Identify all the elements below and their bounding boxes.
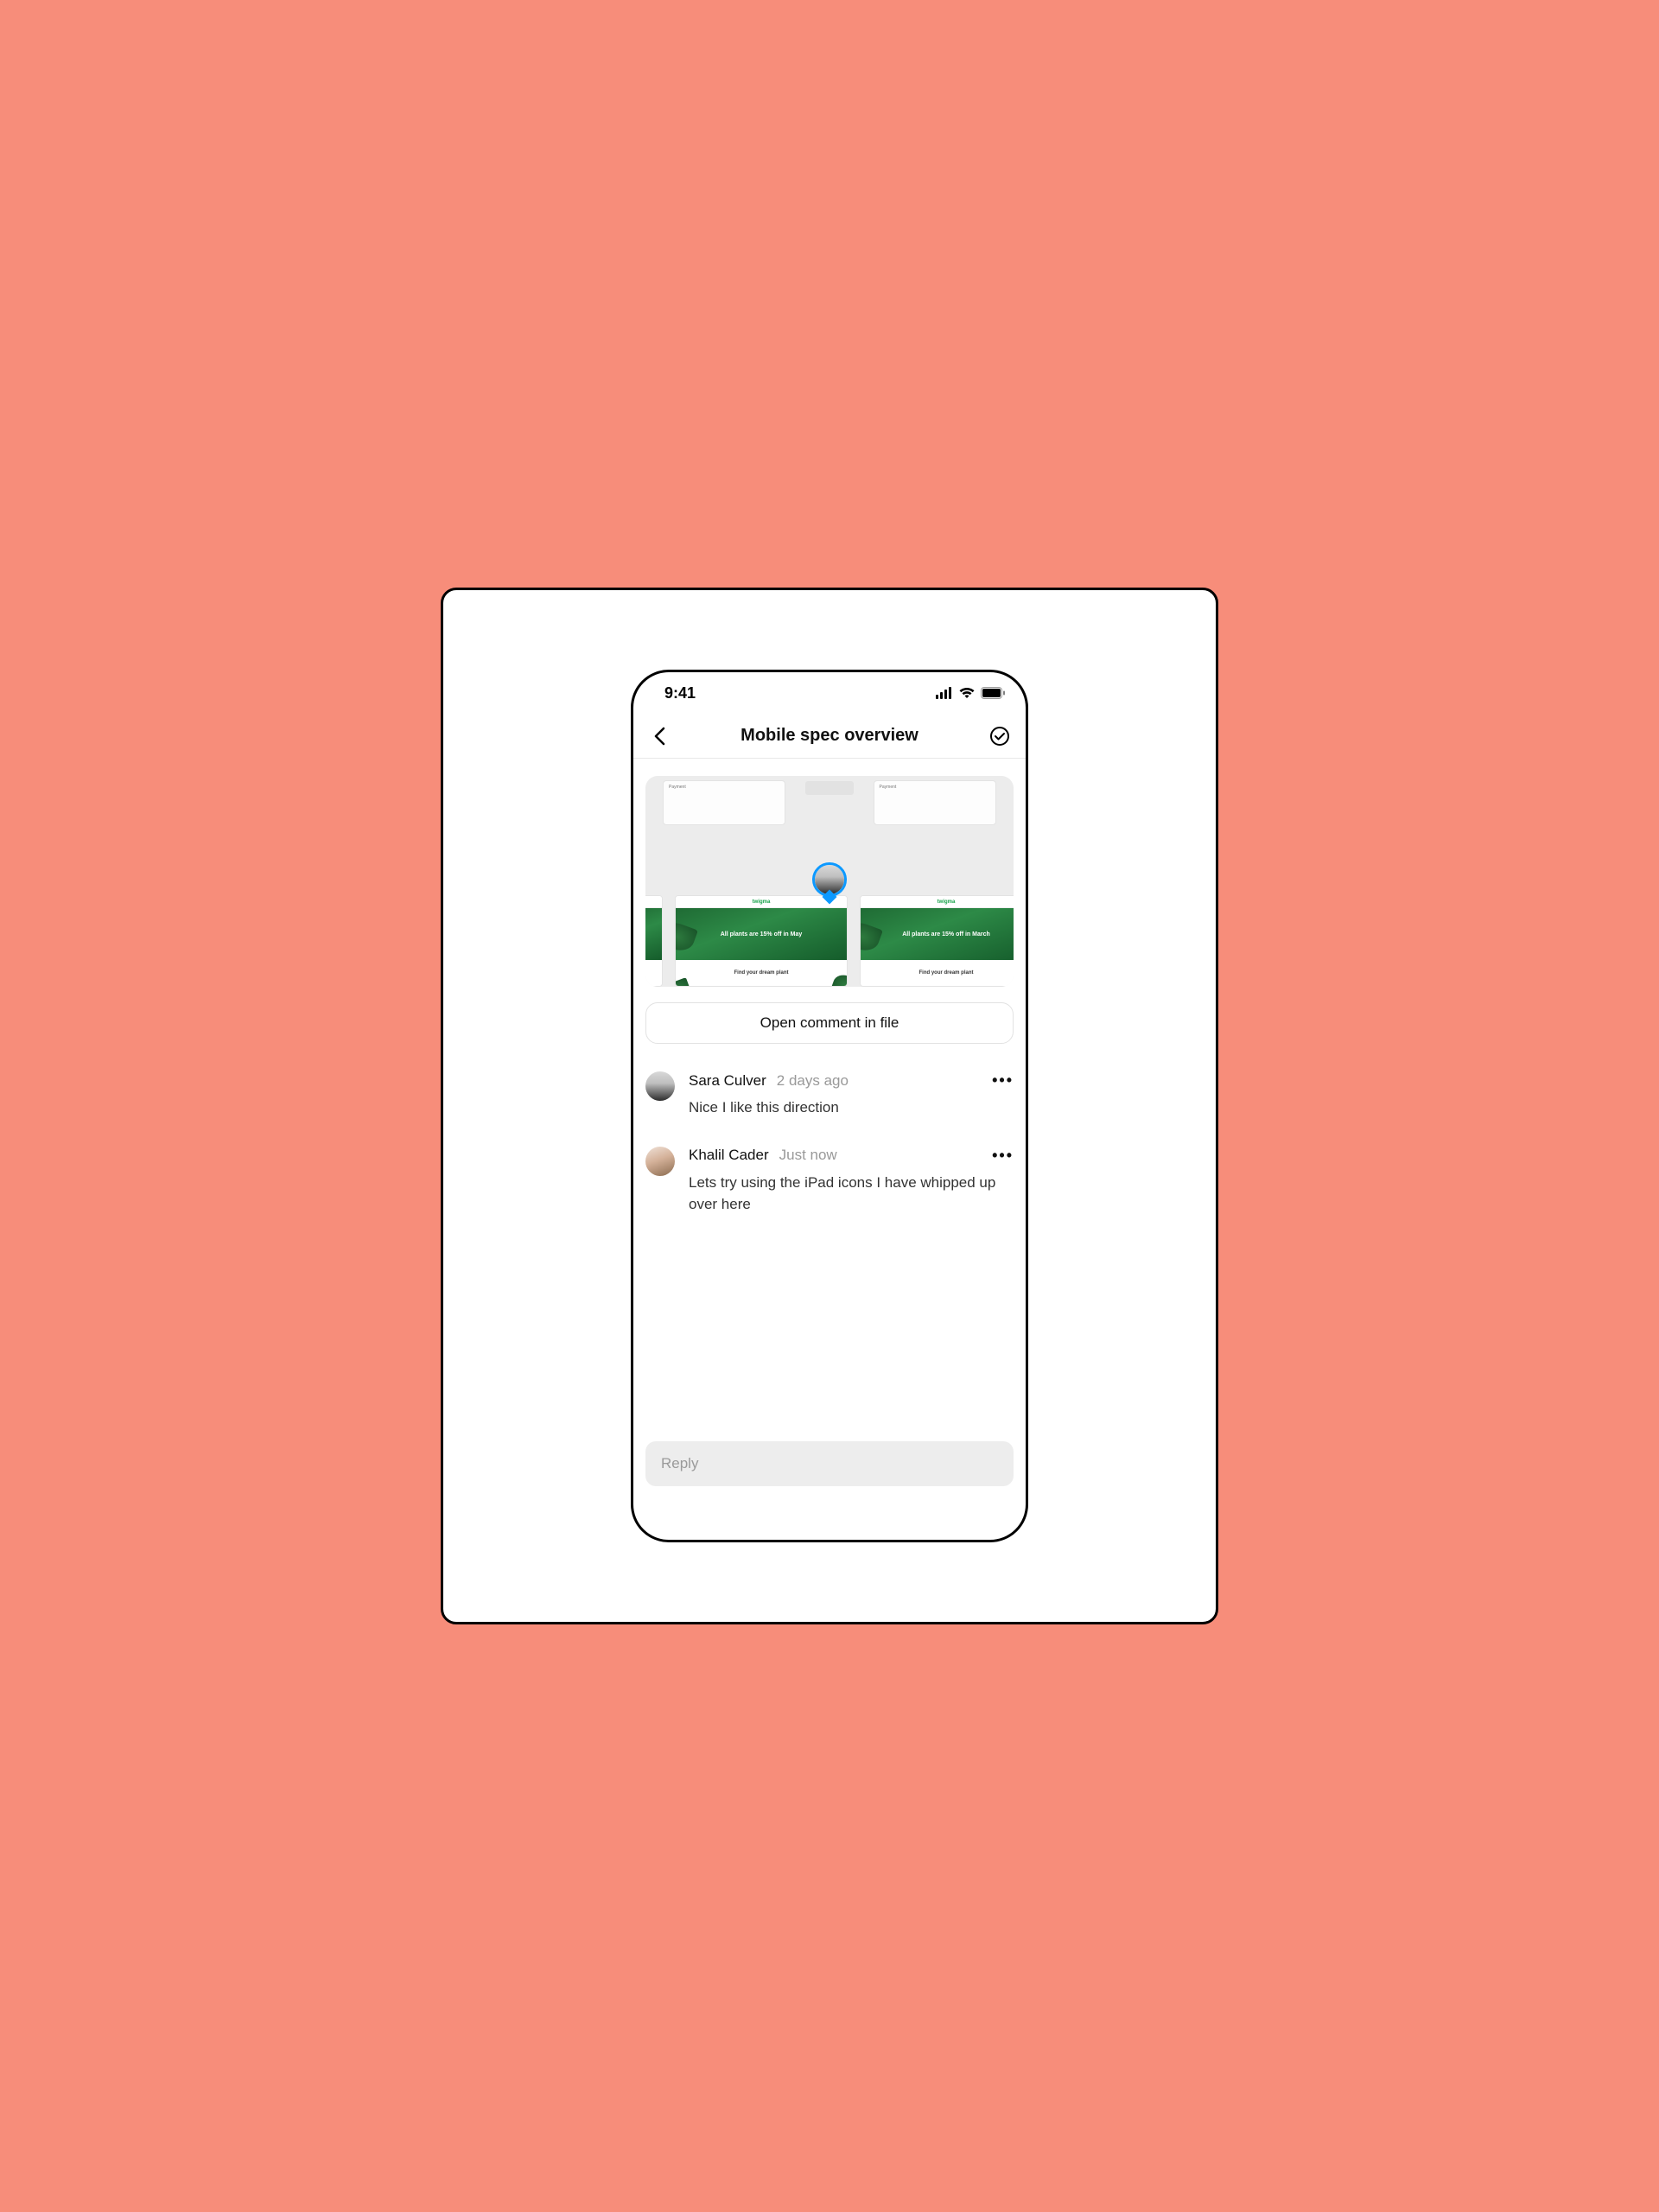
outer-frame: 9:41 Mobile spec overview Payment xyxy=(441,588,1218,1624)
reply-bar: Reply xyxy=(645,1441,1014,1486)
comment-more-button[interactable]: ••• xyxy=(992,1147,1014,1165)
hero-text: All plants are 15% off in March xyxy=(902,931,990,938)
cellular-icon xyxy=(936,687,953,699)
page-title: Mobile spec overview xyxy=(675,726,984,746)
avatar xyxy=(645,1147,675,1176)
wifi-icon xyxy=(958,687,976,699)
mock-top-row: Payment Payment xyxy=(645,780,1014,825)
device-frame: 9:41 Mobile spec overview Payment xyxy=(631,670,1028,1542)
status-bar: 9:41 xyxy=(633,672,1026,714)
battery-icon xyxy=(981,687,1005,699)
content-area: Payment Payment twigma All plants are 15… xyxy=(633,759,1026,1441)
reply-input[interactable]: Reply xyxy=(645,1441,1014,1486)
comment-time: 2 days ago xyxy=(777,1072,849,1090)
comment-pin[interactable] xyxy=(812,862,847,897)
check-circle-icon xyxy=(989,726,1010,747)
chevron-left-icon xyxy=(653,727,665,746)
mock-card: Payment xyxy=(663,780,785,825)
comment: Khalil Cader Just now ••• Lets try using… xyxy=(645,1147,1014,1216)
comment: Sara Culver 2 days ago ••• Nice I like t… xyxy=(645,1071,1014,1119)
back-button[interactable] xyxy=(644,721,675,752)
brand-text: twigma xyxy=(753,899,771,905)
comment-more-button[interactable]: ••• xyxy=(992,1071,1014,1090)
mock-tile: twigma All plants are 15% off in May Fin… xyxy=(675,895,848,987)
hero-text: All plants are 15% off in May xyxy=(721,931,803,938)
comment-body: Khalil Cader Just now ••• Lets try using… xyxy=(689,1147,1014,1216)
mock-card-label: Payment xyxy=(880,785,897,790)
status-icons xyxy=(936,687,1005,699)
mock-card-label: Payment xyxy=(669,785,686,790)
open-in-file-button[interactable]: Open comment in file xyxy=(645,1002,1014,1044)
comment-text: Nice I like this direction xyxy=(689,1096,1014,1119)
reply-placeholder: Reply xyxy=(661,1455,698,1472)
mock-bottom-row: twigma All plants are 15% off in May Fin… xyxy=(645,895,1014,987)
mock-card: Payment xyxy=(874,780,996,825)
comment-author: Khalil Cader xyxy=(689,1147,769,1164)
mock-tile: twigma All plants are 15% off in March F… xyxy=(860,895,1014,987)
tagline-text: Find your dream plant xyxy=(918,970,973,976)
tagline-text: Find your dream plant xyxy=(734,970,788,976)
mock-tile xyxy=(645,895,663,987)
comment-time: Just now xyxy=(779,1147,837,1164)
file-preview[interactable]: Payment Payment twigma All plants are 15… xyxy=(645,776,1014,987)
brand-text: twigma xyxy=(938,899,956,905)
status-time: 9:41 xyxy=(664,684,696,702)
comment-text: Lets try using the iPad icons I have whi… xyxy=(689,1172,1014,1216)
resolve-button[interactable] xyxy=(984,721,1015,752)
avatar xyxy=(645,1071,675,1101)
nav-bar: Mobile spec overview xyxy=(633,714,1026,759)
comment-author: Sara Culver xyxy=(689,1072,766,1090)
comment-body: Sara Culver 2 days ago ••• Nice I like t… xyxy=(689,1071,1014,1119)
